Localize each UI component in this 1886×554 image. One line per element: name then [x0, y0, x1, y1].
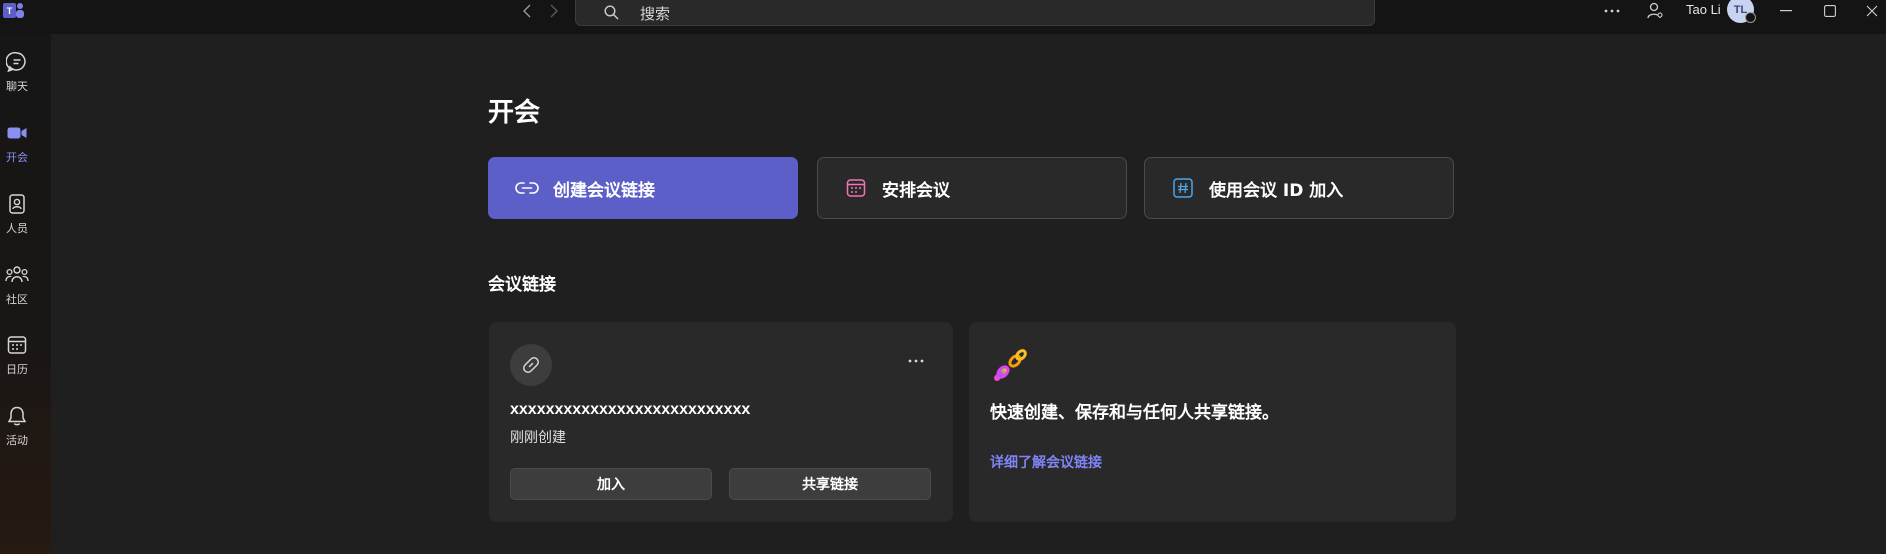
search-placeholder: 搜索 — [640, 5, 671, 23]
rail-label: 日历 — [6, 363, 28, 376]
action-label: 使用会议 ID 加入 — [1209, 180, 1344, 201]
rail-item-meet[interactable]: 开会 — [0, 120, 34, 176]
more-options-icon[interactable] — [1603, 0, 1621, 22]
video-camera-icon — [6, 120, 28, 146]
bell-icon — [6, 403, 28, 429]
chain-link-illustration-icon — [991, 346, 1031, 388]
learn-more-link[interactable]: 详细了解会议链接 — [990, 452, 1102, 472]
user-name[interactable]: Tao Li — [1686, 2, 1721, 17]
link-icon — [515, 176, 539, 200]
teams-logo-icon: T — [2, 0, 28, 22]
rail-item-chat[interactable]: 聊天 — [0, 49, 34, 105]
search-icon — [604, 5, 619, 24]
action-label: 创建会议链接 — [553, 180, 655, 201]
meeting-link-info-card: 快速创建、保存和与任何人共享链接。 详细了解会议链接 — [969, 322, 1456, 522]
calendar-schedule-icon — [844, 176, 868, 200]
join-button[interactable]: 加入 — [510, 468, 712, 500]
link-avatar-icon — [510, 344, 552, 386]
rail-item-people[interactable]: 人员 — [0, 191, 34, 247]
rail-label: 活动 — [6, 434, 28, 447]
rail-item-calendar[interactable]: 日历 — [0, 332, 34, 388]
contact-card-icon — [6, 191, 28, 217]
close-icon[interactable] — [1862, 0, 1882, 22]
rail-item-community[interactable]: 社区 — [0, 262, 34, 318]
create-meeting-link-button[interactable]: 创建会议链接 — [488, 157, 798, 219]
hashtag-icon — [1171, 176, 1195, 200]
meeting-link-card[interactable]: xxxxxxxxxxxxxxxxxxxxxxxxxxx 刚刚创建 加入 共享链接 — [489, 322, 953, 522]
svg-text:T: T — [7, 6, 13, 16]
forward-button[interactable] — [540, 0, 568, 22]
rail-label: 社区 — [6, 293, 28, 306]
app-rail: 聊天 开会 人员 社区 日历 活动 — [0, 34, 51, 554]
join-with-id-button[interactable]: 使用会议 ID 加入 — [1144, 157, 1454, 219]
rail-label: 人员 — [6, 222, 28, 235]
person-settings-icon[interactable] — [1645, 0, 1665, 22]
share-link-button[interactable]: 共享链接 — [729, 468, 931, 500]
presence-status-icon — [1745, 12, 1756, 23]
promo-text: 快速创建、保存和与任何人共享链接。 — [990, 403, 1279, 423]
chat-icon — [6, 49, 28, 75]
more-options-button[interactable] — [901, 352, 931, 370]
meeting-link-name: xxxxxxxxxxxxxxxxxxxxxxxxxxx — [510, 401, 751, 418]
community-icon — [5, 262, 29, 288]
maximize-icon[interactable] — [1820, 0, 1840, 22]
minimize-icon[interactable] — [1776, 0, 1796, 22]
action-label: 安排会议 — [882, 180, 950, 201]
page-title: 开会 — [488, 98, 541, 128]
meeting-link-created: 刚刚创建 — [510, 430, 566, 446]
search-input[interactable]: 搜索 — [575, 0, 1375, 26]
calendar-icon — [6, 332, 28, 358]
section-title: 会议链接 — [488, 275, 556, 295]
rail-label: 开会 — [6, 151, 28, 164]
back-button[interactable] — [513, 0, 541, 22]
rail-label: 聊天 — [6, 80, 28, 93]
rail-item-activity[interactable]: 活动 — [0, 403, 34, 459]
title-bar: T 搜索 Tao Li TL — [0, 0, 1886, 34]
schedule-meeting-button[interactable]: 安排会议 — [817, 157, 1127, 219]
